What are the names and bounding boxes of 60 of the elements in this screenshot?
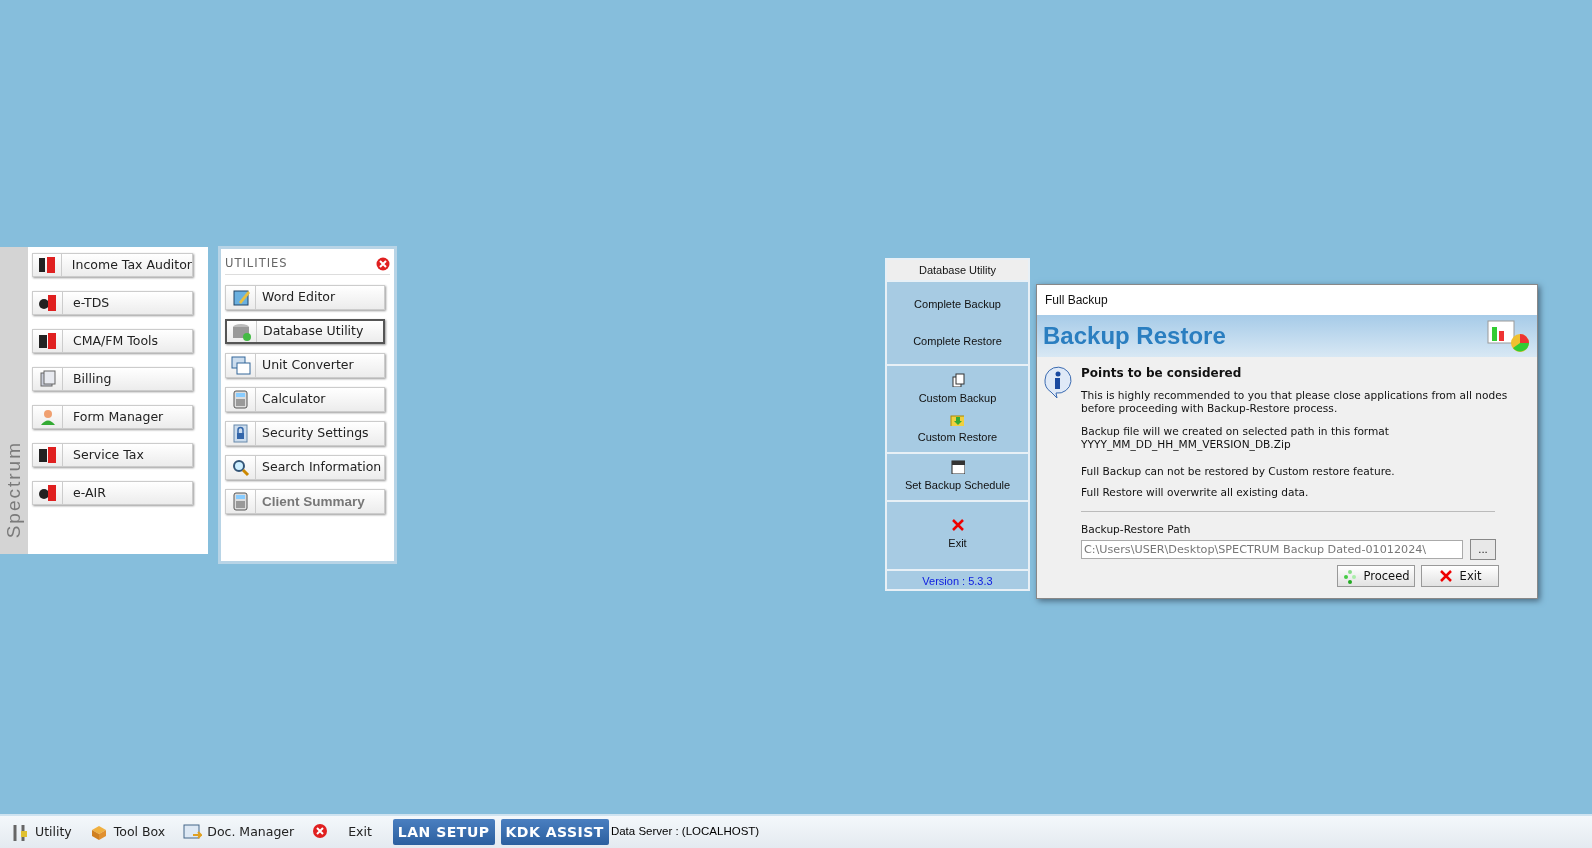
menu-button[interactable]: Service Tax [32,443,193,467]
spinner-icon [1342,568,1358,584]
taskbar-item[interactable]: Utility [8,819,81,845]
papers-icon [38,370,57,388]
info-text: Full Restore will overwrite all existing data. [1081,486,1310,499]
banner-title: Backup Restore [1043,321,1226,351]
field-label: Backup-Restore Path [1081,523,1192,536]
path-field[interactable]: C:\Users\USER\Desktop\SPECTRUM Backup Dated-01012024\ [1081,540,1463,559]
padlock-icon [230,424,251,444]
calculator-icon [230,390,251,410]
window-icon [950,460,965,475]
info-text: Backup file will we created on selected path in this format YYYY_MM_DD_HH_MM_VERSION_DB.Zip [1081,425,1390,451]
menu-item[interactable]: Complete Restore [913,333,1002,350]
person-icon [38,408,57,426]
menu-button[interactable]: e-AIR [32,481,193,505]
close-icon [950,518,965,533]
menu-button[interactable]: Form Manager [32,405,193,429]
menu-button[interactable]: Income Tax Auditor [32,253,193,277]
chart-icon [1487,319,1531,353]
document-arrow-icon [183,822,203,842]
search-icon [230,458,251,478]
panel-title: UTILITIES [225,255,288,272]
utility-button[interactable]: Database Utility [225,319,385,345]
side-label: Spectrum [4,440,24,538]
copy-icon [950,373,965,388]
menu-item[interactable]: Complete Backup [914,296,1001,313]
utility-button[interactable]: Security Settings [225,421,385,447]
section-heading: Points to be considered [1081,367,1243,380]
version-label: Version : 5.3.3 [921,573,994,589]
info-text: Full Backup can not be restored by Custom restore feature. [1081,465,1396,478]
taskbar-item[interactable]: Tool Box [86,819,175,845]
database-check-icon [231,322,252,342]
panel-title: Database Utility [887,260,1028,282]
utility-button[interactable]: Search Information [225,455,385,481]
menu-item[interactable]: Custom Backup [918,373,997,407]
close-icon [1438,568,1454,584]
window-title: Full Backup [1045,292,1108,309]
dialog-button[interactable]: Proceed [1337,565,1415,587]
taskbar-button[interactable]: LAN SETUP [392,819,495,845]
menu-item[interactable]: Custom Restore [917,411,998,446]
info-icon [1041,365,1075,399]
taskbar-item[interactable]: Doc. Manager [180,819,304,845]
menu-item[interactable]: Set Backup Schedule [904,460,1011,494]
info-text: This is highly recommended to you that please close applications from all nodes before proceeding with Backup-Restore process. [1081,389,1509,415]
calculator-icon [230,492,251,512]
windows-icon [230,356,251,376]
utility-button[interactable]: Calculator [225,387,385,413]
menu-button[interactable]: CMA/FM Tools [32,329,193,353]
dialog-button[interactable]: Exit [1421,565,1499,587]
taskbar-button[interactable]: KDK ASSIST [500,819,609,845]
utility-button[interactable]: Unit Converter [225,353,385,379]
notepad-pencil-icon [230,288,251,308]
browse-button[interactable]: ... [1470,539,1496,560]
close-icon [376,256,390,271]
menu-button[interactable]: e-TDS [32,291,193,315]
taskbar-item[interactable]: Exit [309,819,387,845]
menu-button[interactable]: Billing [32,367,193,391]
utility-button[interactable]: Word Editor [225,285,385,311]
menu-item[interactable]: Exit [948,518,967,552]
status-text: Data Server : (LOCALHOST) [610,824,760,840]
